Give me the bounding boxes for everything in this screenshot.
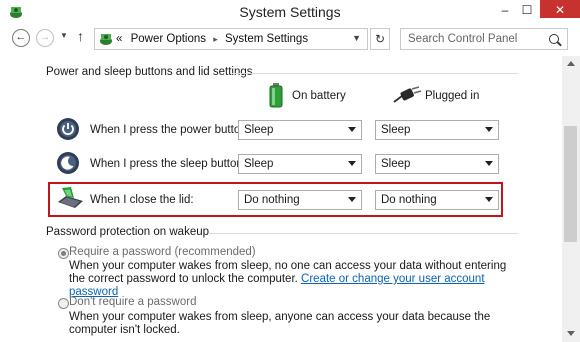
minimize-button[interactable]: – (494, 0, 516, 20)
power-button-plugged-select[interactable]: Sleep (375, 120, 499, 140)
close-button[interactable]: ✕ (540, 0, 580, 18)
address-bar[interactable]: « Power Options ▸ System Settings ▼ (94, 28, 368, 50)
sleep-button-plugged-select[interactable]: Sleep (375, 154, 499, 174)
vertical-scrollbar[interactable] (562, 56, 580, 342)
scroll-up-icon[interactable] (567, 61, 575, 66)
power-button-icon (57, 118, 79, 140)
breadcrumb-overflow[interactable]: « (116, 33, 122, 45)
control-panel-icon (100, 34, 112, 45)
search-input[interactable]: Search Control Panel (400, 28, 568, 50)
power-button-battery-select[interactable]: Sleep (238, 120, 362, 140)
section-title-buttons: Power and sleep buttons and lid settings (46, 66, 253, 78)
chevron-down-icon[interactable]: ▼ (352, 33, 361, 43)
sleep-button-battery-select[interactable]: Sleep (238, 154, 362, 174)
require-password-radio[interactable] (58, 248, 69, 259)
chevron-down-icon (485, 127, 493, 132)
scroll-down-icon[interactable] (567, 331, 575, 336)
laptop-lid-icon (58, 187, 83, 208)
title-bar: System Settings – ☐ ✕ (0, 0, 580, 24)
maximize-button[interactable]: ☐ (516, 0, 538, 20)
power-plug-icon (393, 86, 422, 103)
refresh-button[interactable]: ↻ (370, 28, 390, 50)
search-icon[interactable] (549, 34, 559, 44)
lid-close-plugged-select[interactable]: Do nothing (375, 190, 499, 210)
chevron-down-icon (348, 197, 356, 202)
column-header-plugged: Plugged in (425, 90, 480, 102)
main-content: Power and sleep buttons and lid settings… (0, 56, 562, 342)
chevron-down-icon (485, 161, 493, 166)
sleep-button-icon (57, 152, 79, 174)
no-password-label[interactable]: Don't require a password (69, 296, 196, 308)
column-header-battery: On battery (292, 90, 346, 102)
section-title-password: Password protection on wakeup (46, 226, 210, 238)
no-password-radio[interactable] (58, 298, 69, 309)
window-title: System Settings (239, 4, 341, 20)
breadcrumb: « Power Options ▸ System Settings (116, 33, 308, 45)
require-password-description: When your computer wakes from sleep, no … (69, 260, 507, 298)
recent-locations-button[interactable]: ▼ (60, 31, 68, 40)
require-password-label[interactable]: Require a password (recommended) (69, 246, 256, 258)
chevron-right-icon: ▸ (213, 34, 218, 44)
lid-close-label: When I close the lid: (90, 194, 194, 206)
address-row: ← → ▼ ↑ « Power Options ▸ System Setting… (0, 24, 580, 54)
battery-icon (269, 83, 283, 108)
sleep-button-label: When I press the sleep button: (90, 158, 246, 170)
chevron-down-icon (348, 127, 356, 132)
chevron-down-icon (485, 197, 493, 202)
chevron-down-icon (348, 161, 356, 166)
no-password-description: When your computer wakes from sleep, any… (69, 311, 491, 336)
power-button-label: When I press the power button: (90, 124, 250, 136)
search-placeholder: Search Control Panel (408, 33, 518, 45)
forward-button[interactable]: → (36, 29, 54, 47)
scrollbar-thumb[interactable] (564, 126, 577, 242)
back-button[interactable]: ← (12, 29, 30, 47)
breadcrumb-system-settings[interactable]: System Settings (225, 33, 308, 45)
up-button[interactable]: ↑ (77, 28, 84, 44)
section-divider (208, 233, 518, 234)
lid-close-battery-select[interactable]: Do nothing (238, 190, 362, 210)
breadcrumb-power-options[interactable]: Power Options (131, 33, 206, 45)
section-divider (232, 73, 518, 74)
